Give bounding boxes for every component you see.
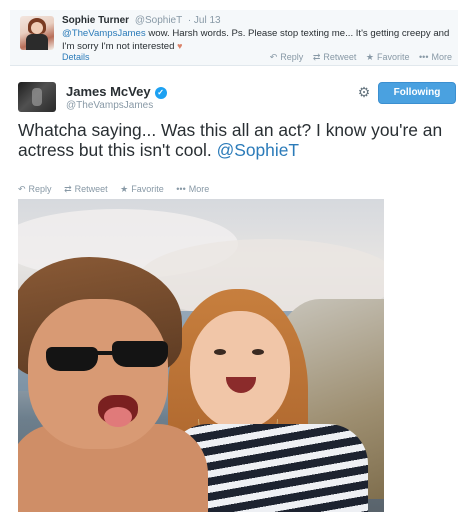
favorite-button[interactable]: ★ Favorite [366, 52, 410, 62]
reply-button[interactable]: ↶ Reply [18, 184, 52, 194]
reply-tweet-header: Sophie Turner @SophieT · Jul 13 [62, 15, 221, 26]
reply-tweet: Sophie Turner @SophieT · Jul 13 @TheVamp… [10, 10, 458, 66]
retweet-icon: ⇄ [312, 52, 321, 62]
heart-emoji-icon: ♥ [177, 41, 183, 51]
more-button[interactable]: ••• More [419, 52, 452, 62]
tweet-text: Whatcha saying... Was this all an act? I… [18, 120, 454, 160]
mention-link[interactable]: @TheVampsJames [62, 28, 146, 39]
avatar[interactable] [18, 82, 56, 112]
tweet-actions: ↶ Reply ⇄ Retweet ★ Favorite ••• More [18, 184, 219, 195]
star-icon: ★ [120, 184, 129, 194]
reply-button[interactable]: ↶ Reply [270, 52, 304, 62]
tweet-date[interactable]: · Jul 13 [188, 15, 221, 26]
details-link[interactable]: Details [62, 52, 90, 62]
retweet-button[interactable]: ⇄ Retweet [313, 52, 357, 62]
author-name[interactable]: James McVey ✓ [66, 84, 167, 99]
mention-link[interactable]: @SophieT [217, 140, 299, 160]
reply-icon: ↶ [18, 184, 26, 194]
retweet-button[interactable]: ⇄ Retweet [64, 184, 108, 194]
main-tweet: James McVey ✓ @TheVampsJames ⚙ Following … [10, 72, 458, 512]
author-handle[interactable]: @TheVampsJames [66, 100, 153, 111]
tweet-photo[interactable] [18, 199, 384, 512]
favorite-button[interactable]: ★ Favorite [120, 184, 164, 194]
gear-icon[interactable]: ⚙ [356, 84, 372, 100]
verified-badge-icon: ✓ [154, 87, 167, 99]
more-icon: ••• [419, 52, 429, 62]
retweet-icon: ⇄ [64, 184, 72, 194]
more-button[interactable]: ••• More [176, 184, 209, 194]
reply-icon: ↶ [269, 52, 278, 62]
more-icon: ••• [176, 184, 186, 194]
reply-tweet-actions: ↶ Reply ⇄ Retweet ★ Favorite ••• More [263, 52, 452, 63]
star-icon: ★ [365, 52, 374, 62]
following-button[interactable]: Following [378, 82, 456, 104]
author-name[interactable]: Sophie Turner [62, 15, 129, 26]
tweet-text: @TheVampsJames wow. Harsh words. Ps. Ple… [62, 28, 452, 53]
avatar[interactable] [20, 16, 54, 50]
author-handle[interactable]: @SophieT [135, 15, 182, 26]
